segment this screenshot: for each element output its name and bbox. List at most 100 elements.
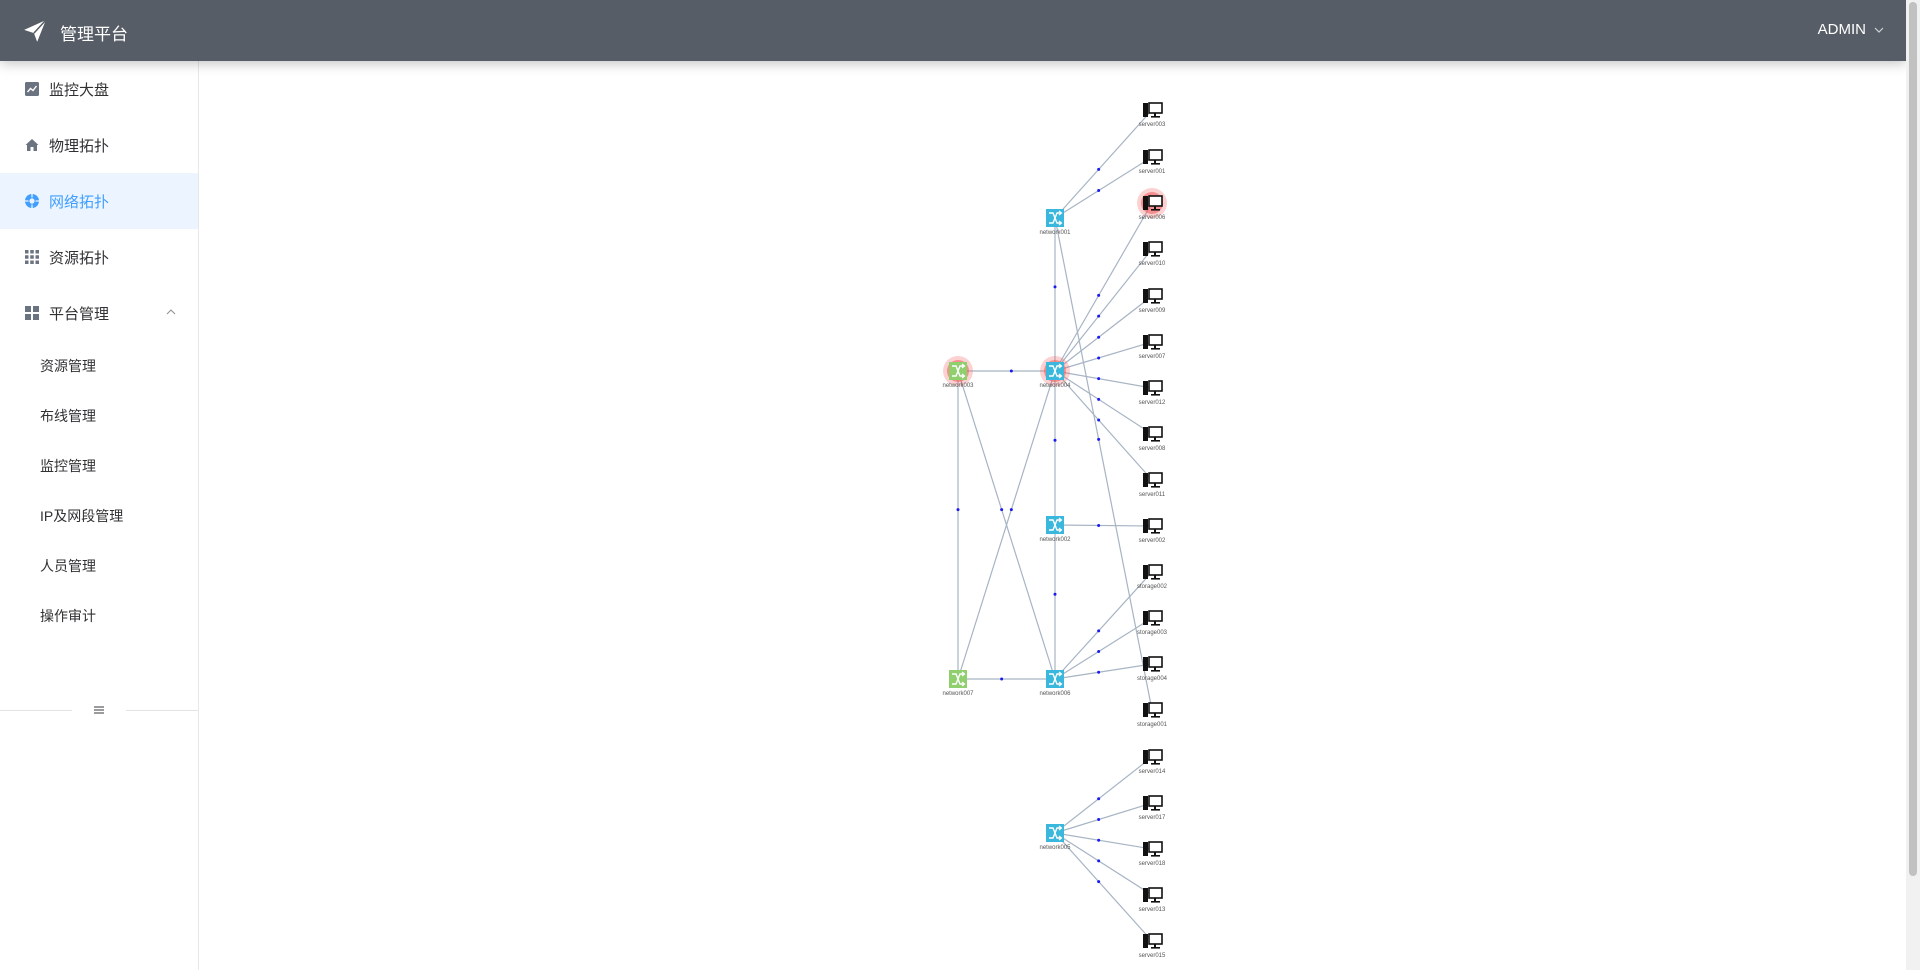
- node-label: storage001: [1137, 722, 1168, 728]
- topology-link[interactable]: [1054, 156, 1153, 219]
- chevron-up-icon: [166, 309, 176, 315]
- server-icon: [1143, 426, 1163, 442]
- server-icon: [1143, 795, 1163, 811]
- sidebar-subitem-label: 监控管理: [40, 458, 96, 474]
- node-label: server007: [1139, 354, 1166, 360]
- switch-node[interactable]: network007: [942, 670, 974, 697]
- node-label: network003: [942, 383, 974, 389]
- sidebar-item-network-topology[interactable]: 网络拓扑: [0, 173, 198, 229]
- server-node[interactable]: storage002: [1137, 564, 1168, 590]
- sidebar-item-physical-topology[interactable]: 物理拓扑: [0, 117, 198, 173]
- network-circle-icon: [25, 194, 39, 208]
- link-flow-dot: [1097, 650, 1101, 654]
- server-icon: [1143, 380, 1163, 396]
- server-icon: [1143, 102, 1163, 118]
- server-icon: [1143, 749, 1163, 765]
- sidebar-item-monitor-dashboard[interactable]: 监控大盘: [0, 61, 198, 117]
- node-label: server006: [1139, 215, 1166, 221]
- menu-fold-icon[interactable]: [92, 703, 106, 717]
- sidebar-subitem-personnel-management[interactable]: 人员管理: [0, 541, 198, 591]
- server-icon: [1143, 887, 1163, 903]
- switch-node[interactable]: network004: [1039, 356, 1071, 389]
- sidebar-subitem-resource-management[interactable]: 资源管理: [0, 341, 198, 391]
- switch-icon: [1046, 209, 1064, 227]
- node-label: server014: [1139, 769, 1166, 775]
- topology-link[interactable]: [1054, 756, 1153, 834]
- link-flow-dot: [1097, 818, 1101, 821]
- node-label: server002: [1139, 538, 1166, 544]
- node-label: server008: [1139, 446, 1166, 452]
- topology-link[interactable]: [1054, 295, 1153, 372]
- topology-link[interactable]: [1054, 802, 1153, 834]
- grid-icon: [25, 250, 39, 264]
- topology-link[interactable]: [1054, 832, 1153, 896]
- server-node[interactable]: server013: [1139, 887, 1166, 913]
- node-label: network002: [1039, 537, 1071, 543]
- node-label: network006: [1039, 691, 1071, 697]
- sidebar-item-label: 资源拓扑: [49, 249, 110, 267]
- server-icon: [1143, 610, 1163, 626]
- node-label: server009: [1139, 308, 1166, 314]
- link-flow-dot: [1097, 335, 1101, 339]
- server-node[interactable]: server017: [1139, 795, 1166, 821]
- node-label: network005: [1039, 845, 1071, 851]
- server-node[interactable]: server012: [1139, 380, 1166, 406]
- switch-node[interactable]: network003: [942, 356, 974, 389]
- topology-link[interactable]: [1054, 370, 1153, 435]
- switch-node[interactable]: network006: [1039, 670, 1071, 697]
- server-node[interactable]: server007: [1139, 334, 1166, 360]
- server-node[interactable]: storage001: [1137, 702, 1168, 728]
- link-flow-dot: [1097, 377, 1101, 381]
- server-icon: [1143, 933, 1163, 949]
- node-label: server011: [1139, 492, 1166, 498]
- server-node[interactable]: server009: [1139, 288, 1166, 314]
- divider: [0, 710, 72, 711]
- sidebar-subitem-label: 布线管理: [40, 408, 96, 424]
- sidebar-subitem-cabling-management[interactable]: 布线管理: [0, 391, 198, 441]
- server-node[interactable]: server008: [1139, 426, 1166, 452]
- link-flow-dot: [1097, 397, 1101, 401]
- link-flow-dot: [1009, 369, 1013, 373]
- sidebar-item-label: 平台管理: [49, 305, 110, 323]
- server-node[interactable]: server011: [1139, 472, 1166, 498]
- server-node[interactable]: server014: [1139, 749, 1166, 775]
- switch-node[interactable]: network002: [1039, 516, 1071, 543]
- server-node[interactable]: server018: [1139, 841, 1166, 867]
- switch-node[interactable]: network001: [1039, 209, 1071, 236]
- server-icon: [1143, 656, 1163, 672]
- server-node[interactable]: server003: [1139, 102, 1166, 128]
- sidebar-item-platform-management[interactable]: 平台管理: [0, 285, 198, 341]
- topology-link[interactable]: [1054, 524, 1153, 527]
- link-flow-dot: [1097, 838, 1101, 842]
- link-flow-dot: [1097, 629, 1101, 633]
- sidebar-subitem-operation-audit[interactable]: 操作审计: [0, 591, 198, 641]
- link-flow-dot: [1000, 677, 1004, 681]
- topology-link[interactable]: [1054, 248, 1153, 372]
- node-label: server003: [1139, 122, 1166, 128]
- server-node[interactable]: storage004: [1137, 656, 1168, 682]
- server-node[interactable]: server015: [1139, 933, 1166, 959]
- server-icon: [1143, 702, 1163, 718]
- sidebar-subitem-ip-management[interactable]: IP及网段管理: [0, 491, 198, 541]
- server-node[interactable]: server010: [1139, 241, 1166, 267]
- link-flow-dot: [1097, 189, 1101, 193]
- topology-link[interactable]: [1054, 617, 1153, 680]
- user-menu[interactable]: ADMIN: [1818, 21, 1884, 38]
- server-node[interactable]: storage003: [1137, 610, 1168, 636]
- chevron-down-icon: [1874, 27, 1884, 33]
- sidebar-subitem-monitor-management[interactable]: 监控管理: [0, 441, 198, 491]
- app-title: 管理平台: [60, 25, 128, 44]
- server-node[interactable]: server006: [1137, 188, 1167, 221]
- node-label: server013: [1139, 907, 1166, 913]
- link-flow-dot: [1097, 356, 1101, 360]
- server-node[interactable]: server002: [1139, 518, 1166, 544]
- sidebar-subitem-label: IP及网段管理: [40, 508, 124, 524]
- switch-node[interactable]: network005: [1039, 824, 1071, 851]
- topology-canvas[interactable]: network001 network002 network003 network004…: [200, 61, 1906, 970]
- network-topology-graph[interactable]: network001 network002 network003 network004…: [200, 61, 1906, 970]
- switch-icon: [1046, 516, 1064, 534]
- page-scrollbar[interactable]: [1906, 0, 1920, 970]
- home-icon: [25, 139, 39, 151]
- scrollbar-thumb[interactable]: [1909, 2, 1917, 876]
- sidebar-item-resource-topology[interactable]: 资源拓扑: [0, 229, 198, 285]
